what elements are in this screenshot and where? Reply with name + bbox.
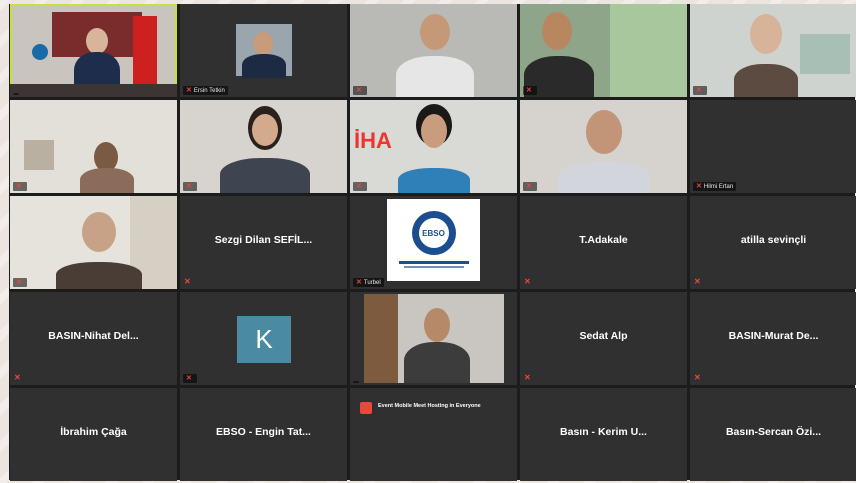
organization-logo: EBSO (387, 199, 480, 281)
participant-name-label (353, 381, 359, 383)
mic-muted-icon: ✕ (356, 183, 362, 190)
mic-muted-icon: ✕ (184, 277, 191, 286)
participant-display-name: Sedat Alp (579, 330, 628, 342)
mic-muted-icon: ✕ (356, 87, 362, 94)
participant-display-name: Basın - Kerim U... (560, 426, 647, 438)
participant-name-label: ✕ (13, 182, 27, 191)
mic-muted-icon: ✕ (16, 183, 22, 190)
participant-name-label: ✕ (523, 86, 537, 95)
participant-tile[interactable] (350, 292, 517, 385)
participant-tile[interactable]: ✕ Hilmi Ertan (690, 100, 856, 193)
chat-notification-tile[interactable]: Event Mobile Meet Hosting in Everyone (350, 388, 517, 481)
participant-name-label: ✕ (523, 182, 537, 191)
video-feed (236, 24, 292, 78)
mic-muted-icon: ✕ (694, 277, 701, 286)
mic-muted-icon: ✕ (186, 375, 192, 382)
video-feed (364, 294, 504, 383)
participant-name-label: ✕ (353, 86, 367, 95)
mic-muted-icon: ✕ (696, 183, 702, 190)
mic-muted-icon: ✕ (526, 87, 532, 94)
participant-tile[interactable]: EBSO ✕ Turbel (350, 196, 517, 289)
participant-tile[interactable]: İHA ✕ (350, 100, 517, 193)
participant-tile[interactable]: Basın - Kerim U... (520, 388, 687, 481)
mic-muted-icon: ✕ (524, 373, 531, 382)
video-feed: İHA (350, 100, 517, 193)
participant-name-label: ✕ (183, 374, 197, 383)
mic-muted-icon: ✕ (524, 277, 531, 286)
participant-name-label: ✕ (183, 182, 197, 191)
participant-name-label: ✕ Hilmi Ertan (693, 182, 737, 191)
video-feed (10, 196, 177, 289)
video-feed (180, 100, 347, 193)
participant-tile[interactable]: K ✕ (180, 292, 347, 385)
mic-muted-icon: ✕ (356, 279, 362, 286)
participant-tile-speaker[interactable] (10, 4, 177, 97)
participant-tile[interactable]: ✕ (520, 4, 687, 97)
participant-tile[interactable]: atilla sevinçli ✕ (690, 196, 856, 289)
participant-avatar: K (237, 316, 291, 363)
participant-tile[interactable]: T.Adakale ✕ (520, 196, 687, 289)
participant-display-name: atilla sevinçli (740, 234, 807, 246)
participant-display-name: BASIN-Murat De... (728, 330, 819, 342)
participant-gallery: ✕ Ersin Tetkin ✕ ✕ ✕ ✕ ✕ İHA ✕ ✕ ✕ Hilmi… (9, 4, 856, 481)
participant-tile[interactable]: BASIN-Nihat Del... ✕ (10, 292, 177, 385)
video-feed (350, 4, 517, 97)
participant-display-name: BASIN-Nihat Del... (48, 330, 139, 342)
mic-muted-icon: ✕ (14, 373, 21, 382)
participant-name-label: ✕ Ersin Tetkin (183, 86, 228, 95)
participant-tile[interactable]: BASIN-Murat De... ✕ (690, 292, 856, 385)
mic-muted-icon: ✕ (16, 279, 22, 286)
participant-name-label: ✕ (13, 278, 27, 287)
participant-tile[interactable]: Sedat Alp ✕ (520, 292, 687, 385)
participant-tile[interactable]: ✕ (350, 4, 517, 97)
video-feed (690, 4, 856, 97)
participant-tile[interactable]: ✕ (180, 100, 347, 193)
participant-display-name: EBSO - Engin Tat... (216, 426, 311, 438)
video-feed (10, 100, 177, 193)
video-feed (520, 100, 687, 193)
participant-display-name: T.Adakale (579, 234, 628, 246)
chat-icon (360, 402, 372, 414)
participant-tile[interactable]: ✕ (690, 4, 856, 97)
chat-notification[interactable]: Event Mobile Meet Hosting in Everyone (360, 402, 509, 415)
mic-muted-icon: ✕ (186, 183, 192, 190)
mic-muted-icon: ✕ (186, 87, 192, 94)
video-feed (10, 4, 177, 97)
participant-tile[interactable]: ✕ (10, 196, 177, 289)
participant-tile[interactable]: ✕ Ersin Tetkin (180, 4, 347, 97)
participant-display-name: Basın-Sercan Özi... (725, 426, 822, 438)
participant-tile[interactable]: İbrahim Çağa (10, 388, 177, 481)
participant-tile[interactable]: Sezgi Dilan SEFİL... ✕ (180, 196, 347, 289)
participant-tile[interactable]: Basın-Sercan Özi... (690, 388, 856, 481)
participant-tile[interactable]: EBSO - Engin Tat... (180, 388, 347, 481)
participant-name-label: ✕ (353, 182, 367, 191)
mic-muted-icon: ✕ (526, 183, 532, 190)
video-feed (520, 4, 687, 97)
participant-name-label: ✕ Turbel (353, 278, 384, 287)
participant-name-label: ✕ (693, 86, 707, 95)
participant-tile[interactable]: ✕ (520, 100, 687, 193)
participant-display-name: Sezgi Dilan SEFİL... (214, 234, 313, 246)
notification-title: Event Mobile Meet Hosting in Everyone (378, 403, 481, 409)
participant-tile[interactable]: ✕ (10, 100, 177, 193)
participant-name-label (13, 93, 19, 95)
mic-muted-icon: ✕ (694, 373, 701, 382)
mic-muted-icon: ✕ (696, 87, 702, 94)
participant-display-name: İbrahim Çağa (60, 426, 127, 438)
